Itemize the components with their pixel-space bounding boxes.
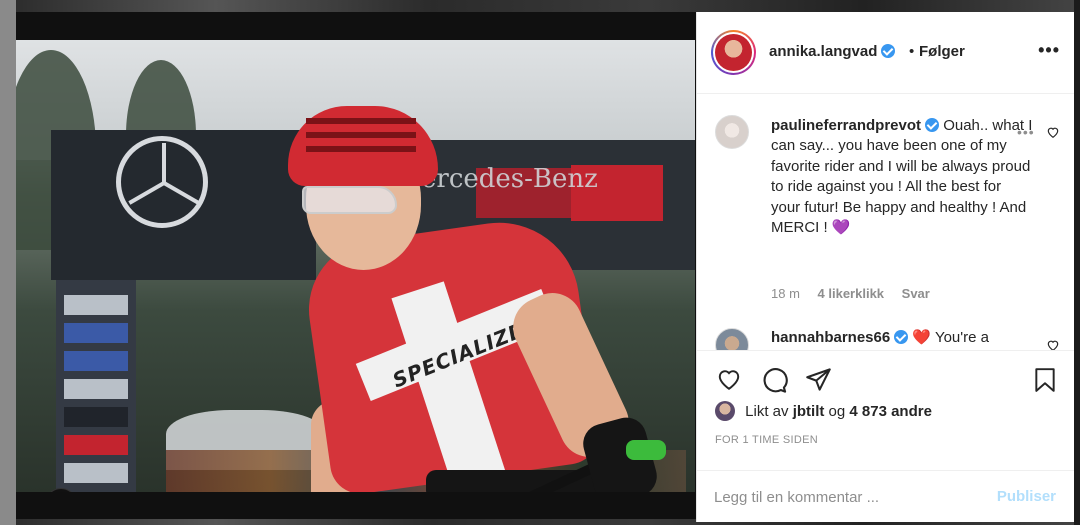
rider-glasses xyxy=(302,186,397,214)
more-options-icon[interactable]: ••• xyxy=(1038,40,1060,61)
follow-status-button[interactable]: Følger xyxy=(919,43,965,60)
bike-grip xyxy=(626,440,666,460)
likes-conjunction: og xyxy=(828,403,846,420)
likes-summary: Likt av jbtilt og 4 873 andre xyxy=(715,401,932,421)
comment-body: hannahbarnes66 ❤️ You're a legend Annika… xyxy=(771,328,1033,350)
photo-sign xyxy=(64,463,128,483)
mercedes-logo-icon xyxy=(116,136,208,228)
comment-username[interactable]: hannahbarnes66 xyxy=(771,329,890,346)
liker-avatar[interactable] xyxy=(715,401,735,421)
verified-badge-icon xyxy=(925,118,940,132)
author-avatar[interactable] xyxy=(711,30,756,75)
verified-badge-icon xyxy=(881,44,896,58)
save-bookmark-icon[interactable] xyxy=(1032,366,1058,394)
post-header: annika.langvad • Følger ••• xyxy=(697,12,1074,94)
likes-count-link[interactable]: 4 873 andre xyxy=(849,403,932,420)
like-comment-heart-icon[interactable] xyxy=(1046,338,1060,350)
comment-meta: 18 m 4 likerklikk Svar xyxy=(771,286,944,301)
comment-likes[interactable]: 4 likerklikk xyxy=(818,286,885,301)
photo-sign xyxy=(64,379,128,399)
left-gutter xyxy=(0,0,16,525)
photo-sign xyxy=(64,407,128,427)
add-comment-input[interactable] xyxy=(714,484,974,510)
like-comment-heart-icon[interactable] xyxy=(1046,125,1060,139)
comment-username[interactable]: paulineferrandprevot xyxy=(771,117,921,134)
likes-prefix: Likt av xyxy=(745,403,789,420)
comment-text: Ouah.. what I can say... you have been o… xyxy=(771,117,1033,237)
comments-list[interactable]: paulineferrandprevot Ouah.. what I can s… xyxy=(697,95,1074,350)
comment-bubble-icon[interactable] xyxy=(760,366,788,394)
author-username[interactable]: annika.langvad xyxy=(769,43,877,60)
photo-sign xyxy=(64,435,128,455)
commenter-avatar[interactable] xyxy=(715,328,749,350)
add-comment-bar: Publiser xyxy=(697,470,1074,522)
instagram-post-modal: ercedes-Benz SPECIALIZED annika.langvad … xyxy=(0,0,1080,525)
commenter-avatar[interactable] xyxy=(715,115,749,149)
comment-time[interactable]: 18 m xyxy=(771,286,800,301)
comment-body: paulineferrandprevot Ouah.. what I can s… xyxy=(771,116,1033,238)
right-gutter xyxy=(1074,0,1080,525)
header-separator: • xyxy=(909,43,915,60)
backdrop-top xyxy=(0,0,1080,12)
photo-sign xyxy=(64,295,128,315)
rider-helmet xyxy=(288,106,438,186)
photo-sign xyxy=(64,323,128,343)
author-username-link[interactable]: annika.langvad xyxy=(769,43,896,60)
share-paper-plane-icon[interactable] xyxy=(805,366,832,393)
photo-banner-text: ercedes-Benz xyxy=(421,164,598,194)
verified-badge-icon xyxy=(894,330,909,344)
liker-username[interactable]: jbtilt xyxy=(793,403,825,420)
like-heart-icon[interactable] xyxy=(715,366,743,392)
comment-reply-button[interactable]: Svar xyxy=(902,286,930,301)
post-photo[interactable]: ercedes-Benz SPECIALIZED xyxy=(16,40,695,492)
comment-more-icon[interactable]: ••• xyxy=(1017,124,1035,140)
publish-button[interactable]: Publiser xyxy=(997,488,1056,505)
photo-sign xyxy=(64,351,128,371)
post-actions: Likt av jbtilt og 4 873 andre FOR 1 TIME… xyxy=(697,350,1074,470)
post-timestamp[interactable]: FOR 1 TIME SIDEN xyxy=(715,434,818,446)
post-sidebar: annika.langvad • Følger ••• paulineferra… xyxy=(696,12,1074,522)
